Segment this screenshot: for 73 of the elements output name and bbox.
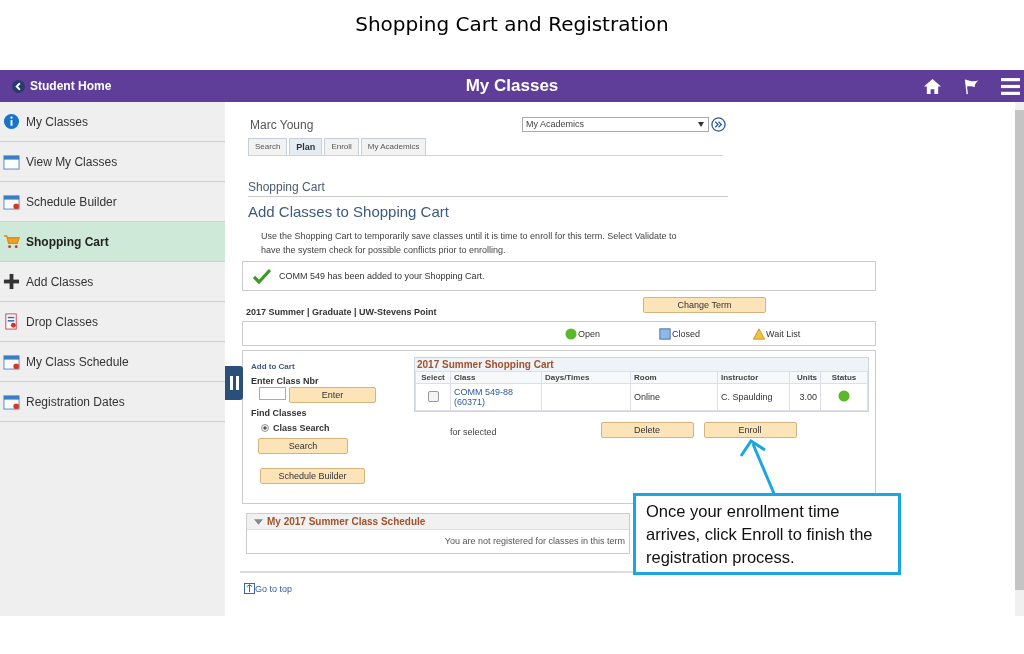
delete-button[interactable]: Delete (600, 422, 694, 438)
instructor-cell: C. Spaulding (721, 392, 773, 402)
tab[interactable]: Plan (289, 138, 323, 155)
wait-list-icon (753, 327, 765, 340)
enroll-button[interactable]: Enroll (703, 422, 797, 438)
column-header: Instructor (717, 371, 790, 384)
column-header: Units (789, 371, 821, 384)
class-number-label: Enter Class Nbr (251, 376, 319, 386)
scrollbar[interactable] (1015, 102, 1024, 616)
change-term-button[interactable]: Change Term (643, 297, 766, 313)
calendar-icon (3, 353, 20, 370)
units-cell: 3.00 (799, 392, 817, 402)
radio-label: Class Search (273, 423, 330, 433)
page-title: My Classes (465, 76, 559, 96)
cart-title: 2017 Summer Shopping Cart (416, 358, 555, 371)
sidebar-item[interactable]: Registration Dates (0, 382, 225, 422)
search-button[interactable]: Search (258, 438, 348, 454)
sidebar-item[interactable]: View My Classes (0, 142, 225, 182)
column-header: Status (820, 371, 868, 384)
confirmation-message: COMM 549 has been added to your Shopping Cart. (279, 271, 485, 281)
back-icon (12, 79, 25, 93)
home-icon[interactable] (923, 77, 942, 95)
info-icon (3, 113, 20, 130)
column-header: Days/Times (541, 371, 631, 384)
calendar-icon (3, 193, 20, 210)
for-selected-label: for selected (450, 427, 497, 437)
open-status-icon (565, 327, 577, 340)
tab[interactable]: My Academics (360, 138, 427, 155)
sidebar-item[interactable]: Shopping Cart (0, 222, 225, 262)
closed-status-icon (659, 327, 671, 340)
navigation-dropdown[interactable]: My Academics (522, 116, 709, 132)
enter-button[interactable]: Enter (289, 387, 376, 403)
find-classes-label: Find Classes (251, 408, 307, 418)
page-heading: Add Classes to Shopping Cart (248, 203, 450, 220)
callout-text: Once your enrollment time arrives, click Enroll to finish the registration process. (646, 502, 873, 566)
cart-icon (3, 233, 20, 250)
column-header: Class (450, 371, 542, 384)
calendar-icon (3, 393, 20, 410)
instructions-text: Use the Shopping Cart to temporarily save classes until it is time to enroll for this term. Select Validate to have the system check for possible conflicts prior to enrolling. (261, 230, 678, 257)
column-header: Room (630, 371, 718, 384)
term-label: 2017 Summer | Graduate | UW-Stevens Point (246, 307, 437, 317)
tab[interactable]: Enroll (324, 138, 359, 155)
slide-title: Shopping Cart and Registration (355, 12, 669, 38)
schedule-header[interactable]: My 2017 Summer Class Schedule (247, 514, 629, 530)
section-title: Shopping Cart (248, 180, 728, 197)
schedule-title: My 2017 Summer Class Schedule (267, 516, 426, 527)
class-number-field[interactable] (259, 387, 286, 400)
column-header: Select (415, 371, 451, 384)
schedule-builder-button[interactable]: Schedule Builder (260, 468, 365, 484)
radio-button[interactable] (261, 424, 269, 432)
collapse-handle[interactable] (225, 366, 243, 400)
go-icon[interactable] (711, 116, 726, 132)
legend-label: Open (578, 328, 601, 339)
list-icon (3, 313, 20, 330)
legend-label: Closed (672, 328, 700, 339)
schedule-message: You are not registered for classes in this term (444, 536, 625, 546)
room-cell: Online (634, 392, 660, 402)
calendar-icon (3, 153, 20, 170)
sidebar-item[interactable]: My Classes (0, 102, 225, 142)
add-to-cart-title: Add to Cart (251, 362, 295, 371)
select-checkbox[interactable] (427, 390, 439, 402)
plus-icon (3, 273, 20, 290)
sidebar-item[interactable]: Drop Classes (0, 302, 225, 342)
menu-icon[interactable] (1001, 77, 1020, 95)
sidebar-item[interactable]: Add Classes (0, 262, 225, 302)
go-to-top-link[interactable]: Go to top (255, 584, 293, 594)
student-name: Marc Young (250, 118, 314, 132)
tab[interactable]: Search (248, 138, 288, 155)
sidebar-item[interactable]: My Class Schedule (0, 342, 225, 382)
legend-label: Wait List (766, 328, 801, 339)
check-icon (253, 268, 271, 284)
go-to-top-icon (244, 583, 255, 594)
back-button[interactable]: Student Home (10, 77, 114, 95)
